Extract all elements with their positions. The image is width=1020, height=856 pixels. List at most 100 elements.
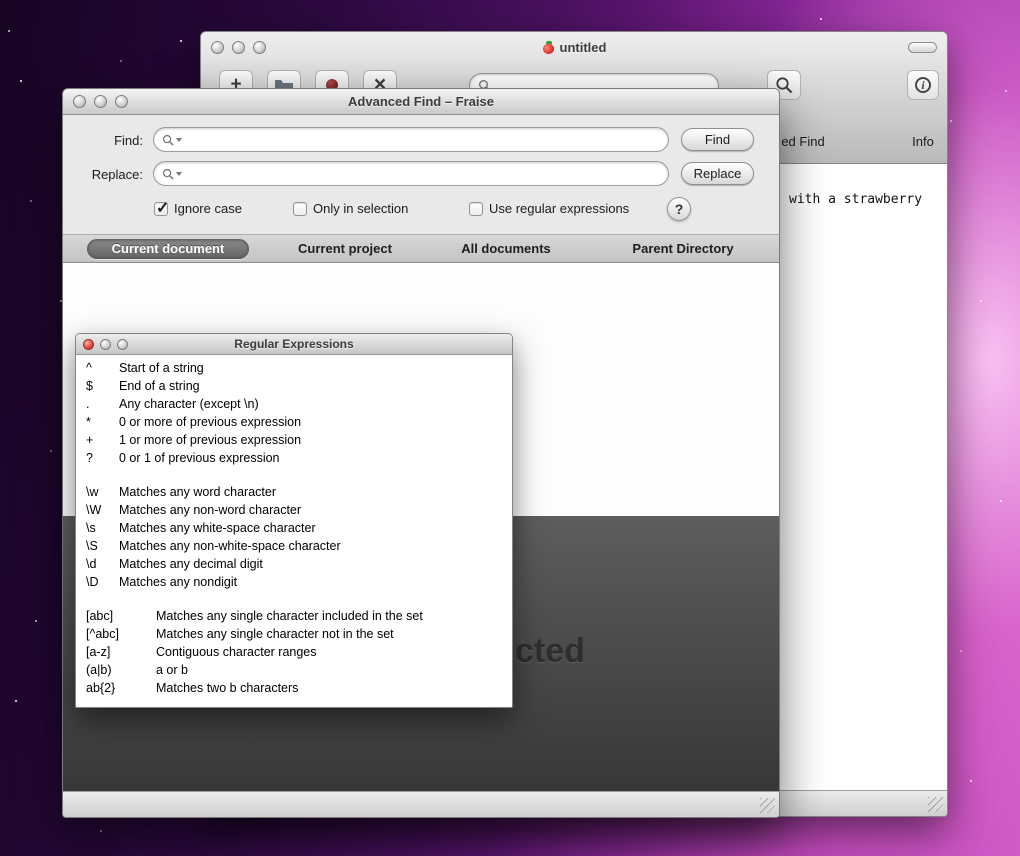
regex-row: * 0 or more of previous expression (86, 413, 512, 431)
regex-token: + (86, 433, 94, 447)
regex-token: ^ (86, 361, 92, 375)
resize-grip[interactable] (928, 797, 943, 812)
options-row: Ignore case Only in selection Use regula… (63, 197, 779, 223)
regex-panel-title: Regular Expressions (234, 337, 354, 351)
help-button[interactable]: ? (667, 197, 691, 221)
find-button[interactable]: Find (681, 128, 754, 151)
scope-label: All documents (461, 241, 551, 256)
regex-row: +1 or more of previous expression (86, 431, 512, 449)
scope-label: Parent Directory (632, 241, 734, 256)
zoom-button[interactable] (117, 338, 128, 350)
regex-row: $ End of a string (86, 377, 512, 395)
regex-row: [a-z] Contiguous character ranges (86, 643, 512, 661)
ignore-case-label: Ignore case (174, 201, 242, 216)
strawberry-app-icon (542, 40, 555, 54)
find-input[interactable] (186, 132, 660, 147)
regex-desc: a or b (156, 663, 188, 677)
close-button[interactable] (83, 338, 94, 350)
replace-input[interactable] (186, 166, 660, 181)
regex-desc: Matches any single character not in the … (156, 627, 394, 641)
regex-help-panel: Regular Expressions ^ Start of a string $… (75, 333, 513, 708)
ignore-case-checkbox[interactable] (154, 198, 169, 218)
regex-panel-titlebar[interactable]: Regular Expressions (76, 334, 512, 355)
regex-desc: Start of a string (119, 361, 204, 375)
regex-row: ? 0 or 1 of previous expression (86, 449, 512, 467)
regex-desc: 0 or 1 of previous expression (119, 451, 280, 465)
regex-group-classes: \w Matches any word character \W Matches a… (86, 483, 512, 591)
regex-row: \S Matches any non-white-space character (86, 537, 512, 555)
regex-token: \d (86, 557, 97, 571)
scope-current-project[interactable]: Current project (263, 239, 427, 259)
info-icon (915, 77, 931, 93)
regex-token: ? (86, 451, 93, 465)
document-text: with a strawberry (789, 192, 923, 207)
scope-label: Current project (298, 241, 392, 256)
regex-row: [^abc] Matches any single character not i… (86, 625, 512, 643)
regex-token: [abc] (86, 609, 114, 623)
search-icon (162, 168, 174, 180)
regex-row: \d Matches any decimal digit (86, 555, 512, 573)
editor-titlebar[interactable]: untitled (201, 32, 947, 62)
use-regex-checkbox[interactable] (469, 202, 483, 216)
toolbar-toggle-button[interactable] (908, 42, 937, 53)
regex-token: \S (86, 539, 98, 553)
minimize-button[interactable] (100, 338, 111, 350)
find-window-title: Advanced Find – Fraise (348, 94, 494, 109)
scope-label: Current document (111, 241, 225, 256)
info-toolbar-button[interactable] (907, 70, 939, 100)
regex-group-sets: [abc] Matches any single character includ… (86, 607, 512, 697)
regex-row: \s Matches any white-space character (86, 519, 512, 537)
regex-desc: Contiguous character ranges (156, 645, 317, 659)
close-button[interactable] (211, 40, 224, 54)
search-icon (162, 134, 174, 146)
regex-list: ^ Start of a string $ End of a string . Any… (76, 355, 512, 707)
scope-current-document[interactable]: Current document (87, 239, 249, 259)
zoom-button[interactable] (115, 95, 128, 108)
regex-token: \w (86, 485, 99, 499)
advanced-find-label: ed Find (781, 134, 825, 149)
minimize-button[interactable] (232, 40, 245, 54)
regex-desc: Matches any single character included in… (156, 609, 423, 623)
resize-grip[interactable] (760, 798, 775, 813)
regex-row: (a|b) a or b (86, 661, 512, 679)
find-titlebar[interactable]: Advanced Find – Fraise (63, 89, 779, 115)
regex-desc: Any character (except \n) (119, 397, 259, 411)
regex-desc: Matches any decimal digit (119, 557, 263, 571)
regex-row: \w Matches any word character (86, 483, 512, 501)
find-form: Find: Find Replace: Replace ✓ Ignore cas… (63, 115, 779, 234)
replace-button[interactable]: Replace (681, 162, 754, 185)
find-search-field[interactable] (153, 127, 669, 152)
regex-row: ab{2} Matches two b characters (86, 679, 512, 697)
scope-all-documents[interactable]: All documents (424, 239, 588, 259)
regex-desc: Matches two b characters (156, 681, 299, 695)
regex-group-anchors: ^ Start of a string $ End of a string . Any… (86, 359, 512, 467)
regex-desc: Matches any non-white-space character (119, 539, 341, 553)
regex-token: [a-z] (86, 645, 111, 659)
replace-label: Replace: (91, 167, 143, 182)
chevron-down-icon[interactable] (176, 171, 182, 176)
chevron-down-icon[interactable] (176, 137, 182, 142)
regex-token: . (86, 397, 90, 411)
stars-decoration (0, 0, 2, 2)
regex-desc: 1 or more of previous expression (119, 433, 302, 447)
only-in-selection-checkbox[interactable] (293, 202, 307, 216)
regex-desc: Matches any non-word character (119, 503, 302, 517)
scope-parent-directory[interactable]: Parent Directory (601, 239, 765, 259)
find-statusbar (63, 791, 779, 817)
close-button[interactable] (73, 95, 86, 108)
regex-row: \D Matches any nondigit (86, 573, 512, 591)
replace-search-field[interactable] (153, 161, 669, 186)
regex-desc: 0 or more of previous expression (119, 415, 302, 429)
only-in-selection-label: Only in selection (313, 201, 409, 216)
info-label: Info (912, 134, 934, 149)
regex-token: [^abc] (86, 627, 119, 641)
results-watermark-text: cted (515, 632, 585, 670)
minimize-button[interactable] (94, 95, 107, 108)
regex-desc: Matches any word character (119, 485, 277, 499)
editor-window-title: untitled (559, 39, 607, 55)
zoom-button[interactable] (253, 40, 266, 54)
regex-token: ab{2} (86, 681, 116, 695)
regex-token: \s (86, 521, 96, 535)
regex-row: \W Matches any non-word character (86, 501, 512, 519)
regex-token: * (86, 415, 91, 429)
